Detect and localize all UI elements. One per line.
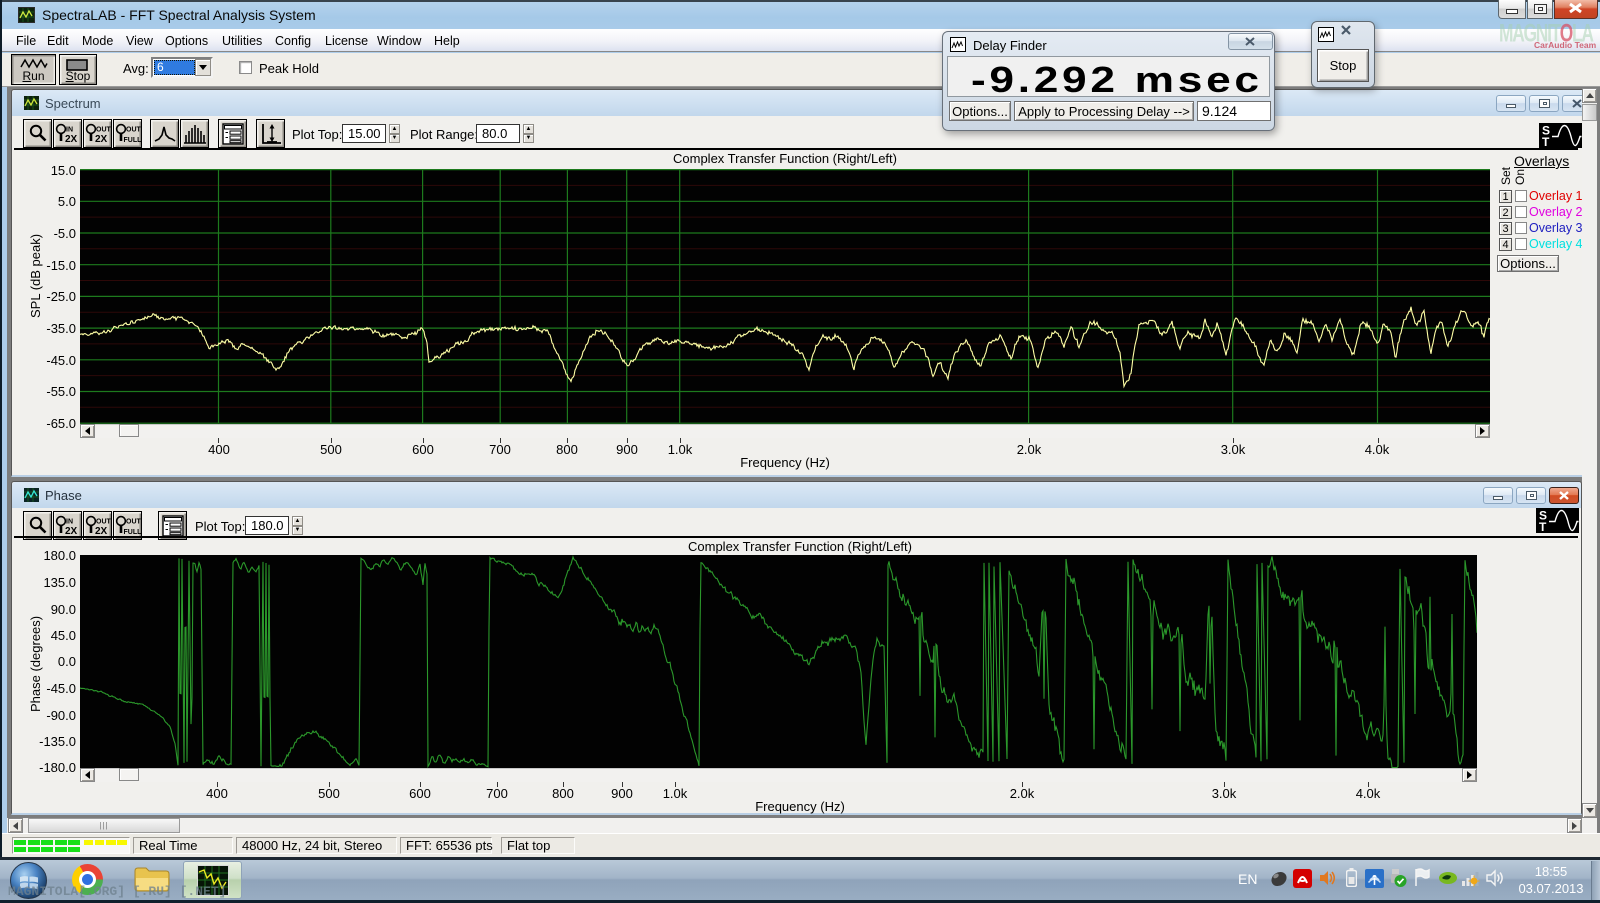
svg-text:2X: 2X bbox=[95, 134, 108, 145]
svg-text:OUT: OUT bbox=[126, 126, 141, 133]
svg-text:FULL: FULL bbox=[124, 529, 142, 536]
svg-text:T: T bbox=[1539, 520, 1547, 533]
svg-text:2X: 2X bbox=[95, 526, 108, 537]
svg-text:2X: 2X bbox=[65, 526, 78, 537]
svg-text:IN: IN bbox=[66, 126, 73, 133]
svg-text:IN: IN bbox=[66, 518, 73, 525]
svg-text:FULL: FULL bbox=[124, 137, 142, 144]
svg-text:2X: 2X bbox=[65, 134, 78, 145]
svg-text:OUT: OUT bbox=[96, 518, 111, 525]
svg-text:OUT: OUT bbox=[96, 126, 111, 133]
svg-text:OUT: OUT bbox=[126, 518, 141, 525]
svg-text:T: T bbox=[1542, 135, 1550, 148]
